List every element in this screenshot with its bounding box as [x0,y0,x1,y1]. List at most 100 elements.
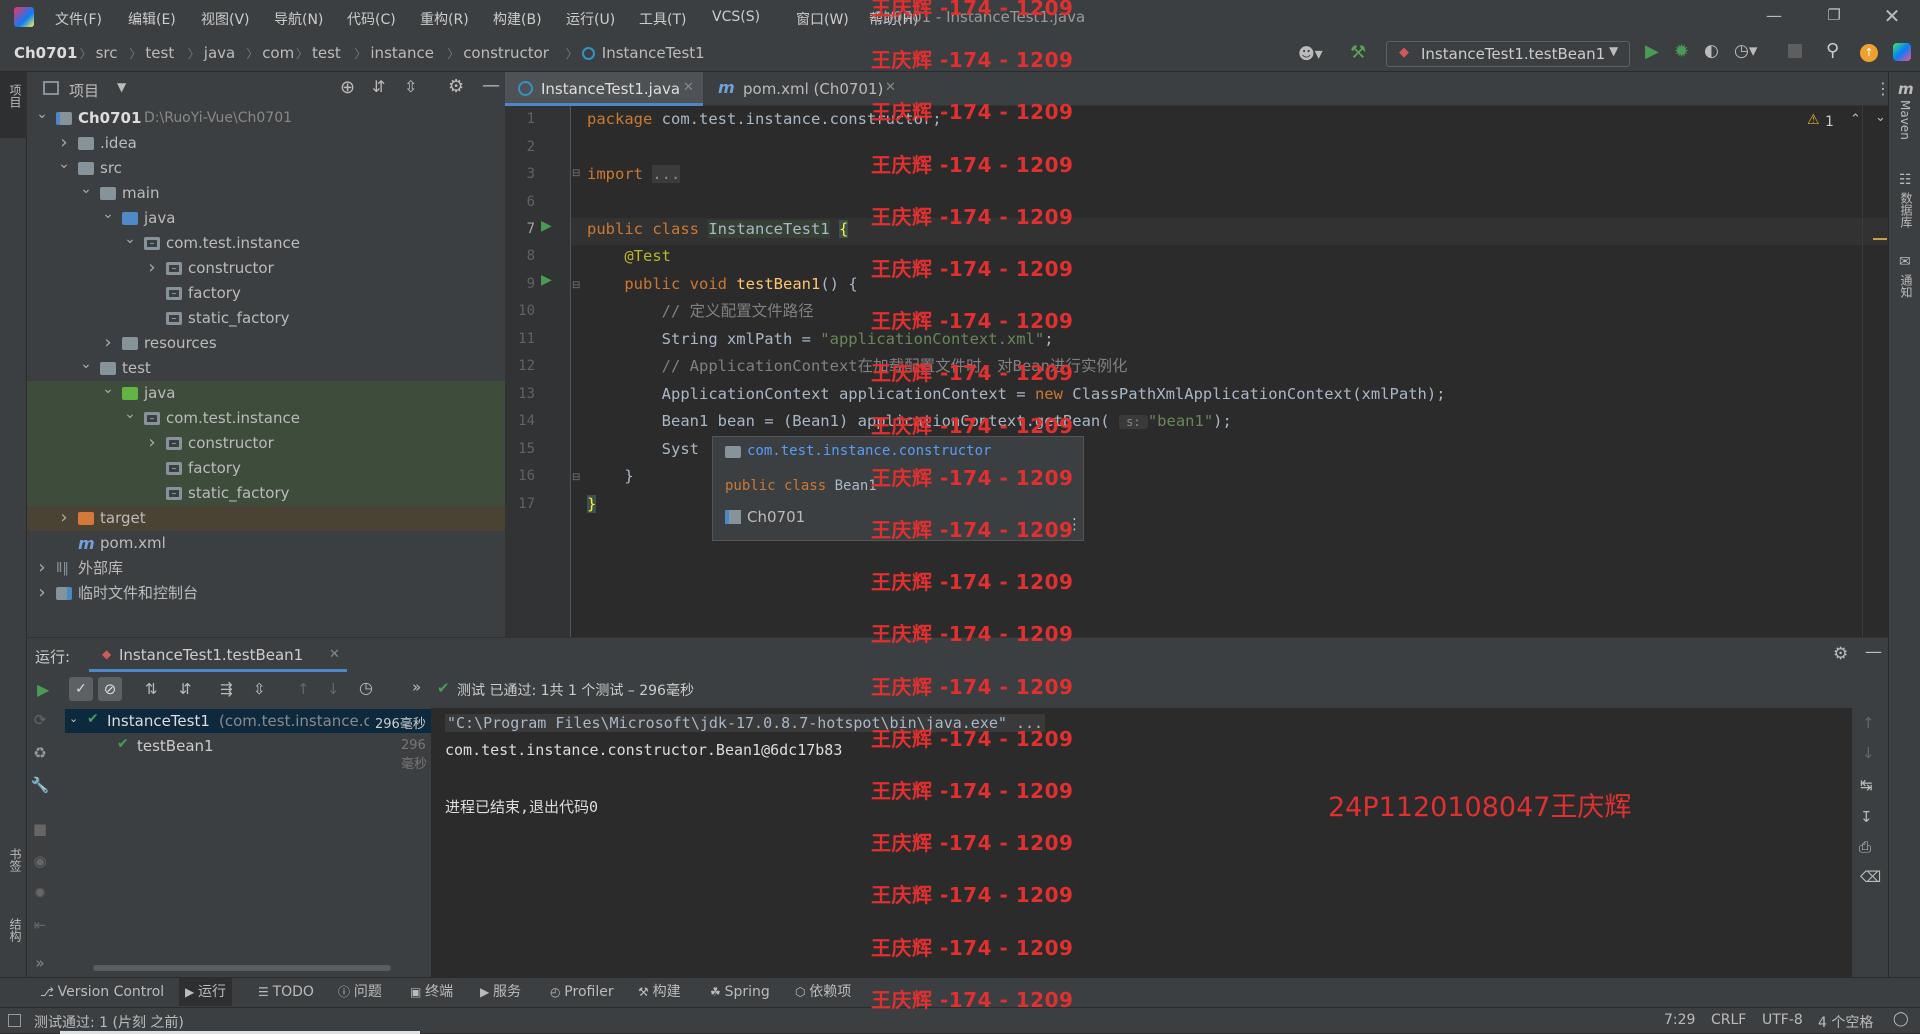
previous-failed-icon[interactable]: ↑ [297,680,310,698]
next-failed-icon[interactable]: ↓ [327,680,340,698]
caret-position[interactable]: 7:29 [1664,1012,1695,1028]
menu-item[interactable]: 重构(R) [420,9,469,29]
tree-item-static-factory[interactable]: static_factory [27,306,505,331]
menu-item[interactable]: 窗口(W) [796,9,849,29]
menu-item[interactable]: 工具(T) [639,9,686,29]
scroll-down-icon[interactable]: ↓ [1862,744,1875,762]
chevron-down-icon[interactable]: ⌄ [69,712,78,725]
fold-icon[interactable]: ⊟ [572,280,580,291]
restore-button[interactable]: ❐ [1822,6,1846,30]
hide-panel-icon[interactable]: — [482,75,500,96]
notifications-tool-label[interactable]: 通知 [1898,274,1915,298]
previous-highlight-icon[interactable]: ⌃ [1850,112,1861,127]
lock-icon[interactable]: ◯ [1893,1011,1909,1027]
bottom-tab--[interactable]: ▶ 运行 [179,978,233,1006]
bottom-tab-todo[interactable]: ☰ TODO [258,978,314,1006]
tree-item-factory[interactable]: factory [27,456,505,481]
menu-item[interactable]: 代码(C) [347,9,396,29]
chevron-right-icon[interactable]: › [35,580,49,605]
status-message[interactable]: 测试通过: 1 (片刻 之前) [34,1012,184,1032]
expand-all-icon[interactable]: ⇶ [220,680,233,698]
coverage-icon[interactable]: ◐ [1704,41,1719,61]
jetbrains-icon[interactable] [1893,43,1911,61]
bookmarks-tool-label[interactable]: 书签 [7,848,24,872]
sort-alpha-icon[interactable]: ⇅ [145,680,158,698]
close-tab-icon[interactable]: ✕ [683,80,694,95]
status-toggle-icon[interactable] [8,1014,21,1027]
gear-icon[interactable]: ⚙ [1833,644,1848,664]
scroll-up-icon[interactable]: ↑ [1862,714,1875,732]
user-icon[interactable]: ☻▾ [1298,44,1323,63]
code-line-17[interactable]: } [587,491,597,518]
menu-item[interactable]: 导航(N) [274,9,323,29]
sort-duration-icon[interactable]: ⇵ [179,680,192,698]
camera-icon[interactable]: ◉ [29,852,51,870]
tree-item-constructor[interactable]: › constructor [27,431,505,456]
chevron-down-icon[interactable]: ⌄ [123,227,137,252]
code-line-16[interactable]: } [587,463,633,490]
chevron-down-icon[interactable]: ⌄ [101,377,115,402]
history-icon[interactable]: ◷ [359,678,373,697]
tree-item-ch0701[interactable]: ⌄ Ch0701 D:\RuoYi-Vue\Ch0701 [27,106,505,131]
next-highlight-icon[interactable]: ⌄ [1875,110,1886,125]
project-panel-title[interactable]: 项目 [69,80,99,101]
build-hammer-icon[interactable]: ⚒ [1350,42,1366,63]
code-line-3[interactable]: import ... [587,161,681,188]
exit-icon[interactable]: ⇤ [29,916,51,934]
warning-count[interactable]: 1 [1825,114,1834,130]
update-icon[interactable]: ↑ [1860,44,1878,62]
fold-icon[interactable]: ⊟ [572,472,580,483]
print-icon[interactable]: ⎙ [1859,838,1871,856]
rerun-icon[interactable]: ▶ [37,680,49,699]
code-line-7[interactable]: public class InstanceTest1 { [587,216,849,243]
chevron-right-icon[interactable]: › [145,255,159,280]
tree-item-target[interactable]: › target [27,506,505,531]
chevron-right-icon[interactable]: › [101,330,115,355]
soft-wrap-icon[interactable]: ↹ [1860,776,1873,794]
run-panel-tab[interactable]: ◆ InstanceTest1.testBean1 ✕ [89,638,347,672]
chevron-right-icon[interactable]: › [145,430,159,455]
show-passed-toggle[interactable]: ✓ [69,677,93,701]
breadcrumb-item[interactable]: test [312,44,341,62]
file-encoding[interactable]: UTF-8 [1762,1012,1803,1028]
tree-item--[interactable]: › Ⅱ‖ 外部库 [27,556,505,581]
scroll-to-end-icon[interactable]: ↧ [1860,808,1873,826]
bottom-tab--[interactable]: ⓘ 问题 [338,978,382,1006]
more-icon[interactable]: » [412,678,421,696]
test-class-name[interactable]: InstanceTest1 [107,712,210,730]
more-icon[interactable]: » [29,954,51,972]
trash-icon[interactable]: ⌫ [1860,868,1881,886]
chevron-right-icon[interactable]: › [35,555,49,580]
breadcrumb-item[interactable]: com [262,44,294,62]
breadcrumb-item[interactable]: InstanceTest1 [602,44,705,62]
bottom-tab--[interactable]: ⚒ 构建 [638,978,681,1006]
close-tab-icon[interactable]: ✕ [885,80,896,95]
database-tool-label[interactable]: 数据库 [1898,192,1915,228]
chevron-down-icon[interactable]: ⌄ [79,177,93,202]
menu-item[interactable]: 文件(F) [55,9,102,29]
bottom-tab-version-control[interactable]: ⎇ Version Control [40,978,164,1006]
tree-item-java[interactable]: ⌄ java [27,206,505,231]
chevron-down-icon[interactable]: ⌄ [35,102,49,127]
locate-icon[interactable]: ⊕ [340,77,355,98]
breadcrumb-item[interactable]: instance [370,44,434,62]
menu-item[interactable]: 视图(V) [201,9,250,29]
tree-item-java[interactable]: ⌄ java [27,381,505,406]
run-config-select[interactable]: ◆ InstanceTest1.testBean1 ▼ [1386,41,1630,67]
console[interactable]: "C:\Program Files\Microsoft\jdk-17.0.8.7… [432,708,1887,978]
expand-all-icon[interactable]: ⇵ [372,77,385,96]
stop-icon[interactable]: ■ [29,820,51,838]
code-line-9[interactable]: public void testBean1() { [587,271,857,298]
wrench-icon[interactable]: 🔧 [29,776,51,794]
tree-item--[interactable]: › 临时文件和控制台 [27,581,505,606]
bottom-tab-spring[interactable]: ☘ Spring [710,978,770,1006]
close-button[interactable]: ✕ [1880,4,1904,28]
tree-item-static-factory[interactable]: static_factory [27,481,505,506]
show-ignored-toggle[interactable]: ⊘ [98,677,122,701]
tree-item-pom-xml[interactable]: m pom.xml [27,531,505,556]
popup-package[interactable]: com.test.instance.constructor [747,443,991,459]
test-method-name[interactable]: testBean1 [137,737,214,755]
line-separator[interactable]: CRLF [1711,1012,1746,1028]
hide-panel-icon[interactable]: — [1865,642,1882,662]
tree-item-resources[interactable]: › resources [27,331,505,356]
